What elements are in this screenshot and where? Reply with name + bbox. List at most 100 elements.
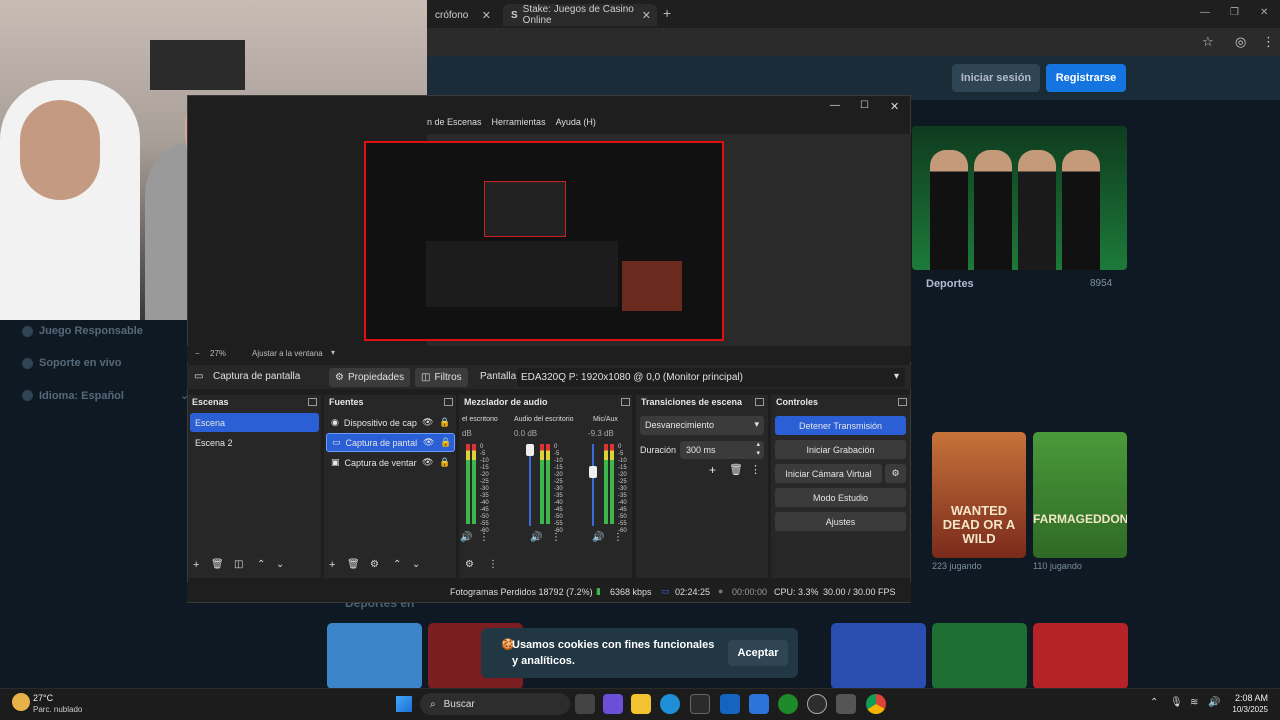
gear-icon[interactable]: ⚙ [885, 464, 906, 483]
display-select[interactable]: EDA320Q P: 1920x1080 @ 0,0 (Monitor prin… [517, 368, 905, 387]
sports-banner[interactable] [912, 126, 1127, 270]
file-explorer-icon[interactable] [631, 694, 651, 714]
edge-icon[interactable] [660, 694, 680, 714]
source-item[interactable]: ▣ Captura de ventar 👁 🔒 [326, 453, 455, 472]
virtual-camera-button[interactable]: Iniciar Cámara Virtual [775, 464, 882, 483]
obs-close-icon[interactable]: ✕ [890, 100, 899, 113]
lock-icon[interactable]: 🔒 [439, 457, 450, 468]
menu-scene-collection[interactable]: n de Escenas [427, 117, 482, 133]
start-recording-button[interactable]: Iniciar Grabación [775, 440, 906, 459]
windows-start-icon[interactable] [396, 696, 412, 712]
properties-button[interactable]: ⚙ Propiedades [329, 368, 411, 387]
outlook-icon[interactable] [720, 694, 740, 714]
sport-tile[interactable] [831, 623, 926, 689]
sport-tile[interactable] [1033, 623, 1128, 689]
obs-preview[interactable] [364, 141, 724, 341]
stepper-icon[interactable]: ▴ ▾ [756, 440, 760, 458]
profile-icon[interactable]: ◎ [1235, 34, 1246, 50]
add-source-icon[interactable]: + [329, 559, 335, 571]
wifi-icon[interactable]: ≋ [1190, 697, 1198, 708]
sport-tile[interactable] [327, 623, 422, 689]
zoom-mode[interactable]: Ajustar a la ventana [252, 349, 323, 358]
register-button[interactable]: Registrarse [1046, 64, 1126, 92]
accept-cookies-button[interactable]: Aceptar [728, 640, 788, 666]
weather-icon[interactable] [12, 693, 30, 711]
settings-button[interactable]: Ajustes [775, 512, 906, 531]
taskbar-search[interactable]: ⌕ Buscar [420, 693, 570, 715]
kebab-icon[interactable]: ⋮ [750, 463, 761, 476]
undock-icon[interactable] [755, 398, 764, 406]
source-item[interactable]: ◉ Dispositivo de cap 👁 🔒 [326, 413, 455, 432]
duration-input[interactable]: 300 ms ▴ ▾ [680, 441, 764, 459]
trash-icon[interactable]: 🗑 [211, 559, 224, 570]
gear-icon[interactable]: ⚙ [370, 559, 379, 570]
lock-icon[interactable]: 🔒 [440, 437, 451, 448]
kebab-icon[interactable]: ⋮ [488, 559, 498, 570]
eye-icon[interactable]: 👁 [423, 437, 434, 448]
lock-icon[interactable]: 🔒 [439, 417, 450, 428]
chevron-up-icon[interactable]: ⌃ [393, 559, 401, 570]
filter-icon[interactable]: ◫ [234, 559, 243, 570]
kebab-icon[interactable]: ⋮ [551, 532, 561, 543]
maximize-icon[interactable]: ❐ [1230, 7, 1239, 18]
volume-slider-track[interactable] [592, 444, 594, 526]
close-icon[interactable]: ✕ [642, 9, 651, 22]
mixer-settings-icon[interactable]: ⚙ [465, 559, 474, 570]
app-icon[interactable] [749, 694, 769, 714]
sports-label[interactable]: Deportes [926, 278, 974, 290]
close-icon[interactable]: ✕ [482, 9, 491, 22]
microphone-icon[interactable]: 🎙 [1170, 697, 1183, 708]
close-window-icon[interactable]: ✕ [1260, 7, 1268, 18]
speaker-icon[interactable]: 🔊 [530, 532, 542, 543]
chrome-icon[interactable] [866, 694, 886, 714]
new-tab-button[interactable]: + [663, 5, 671, 21]
store-icon[interactable] [690, 694, 710, 714]
undock-icon[interactable] [621, 398, 630, 406]
add-icon[interactable]: + [709, 463, 716, 477]
browser-tab-microphone[interactable]: crófono ✕ [427, 4, 497, 26]
sidebar-item-live-support[interactable]: Soporte en vivo [22, 357, 122, 369]
menu-help[interactable]: Ayuda (H) [556, 117, 596, 133]
volume-slider-handle[interactable] [526, 444, 534, 456]
browser-tab-stake[interactable]: S Stake: Juegos de Casino Online ✕ [503, 4, 657, 26]
chevron-down-icon[interactable]: ⌄ [276, 559, 284, 570]
minimize-icon[interactable]: — [1200, 7, 1210, 18]
filters-button[interactable]: ◫ Filtros [415, 368, 468, 387]
login-button[interactable]: Iniciar sesión [952, 64, 1040, 92]
menu-kebab-icon[interactable]: ⋮ [1262, 34, 1275, 50]
scene-item[interactable]: Escena [190, 413, 319, 432]
add-scene-icon[interactable]: + [193, 559, 199, 571]
sidebar-item-responsible-gaming[interactable]: Juego Responsable [22, 325, 143, 337]
undock-icon[interactable] [898, 398, 907, 406]
speaker-icon[interactable]: 🔊 [460, 532, 472, 543]
chevron-down-icon[interactable]: ⌄ [412, 559, 420, 570]
stop-stream-button[interactable]: Detener Transmisión [775, 416, 906, 435]
obs-minimize-icon[interactable]: — [830, 100, 840, 111]
undock-icon[interactable] [444, 398, 453, 406]
chevron-up-icon[interactable]: ⌃ [257, 559, 265, 570]
weather-temp[interactable]: 27°C [33, 693, 53, 703]
sport-tile[interactable] [932, 623, 1027, 689]
sidebar-item-language[interactable]: Idioma: Español ⌄ [22, 389, 189, 402]
game-card-farmageddon[interactable]: FARMAGEDDON [1033, 432, 1127, 558]
copilot-icon[interactable] [603, 694, 623, 714]
scene-item[interactable]: Escena 2 [190, 433, 319, 452]
obs-icon[interactable] [807, 694, 827, 714]
undock-icon[interactable] [308, 398, 317, 406]
task-view-icon[interactable] [575, 694, 595, 714]
eye-icon[interactable]: 👁 [422, 457, 433, 468]
source-item[interactable]: ▭ Captura de pantal 👁 🔒 [326, 433, 455, 452]
transition-select[interactable]: Desvanecimiento ▾ [640, 416, 764, 435]
settings-icon[interactable] [836, 694, 856, 714]
chevron-down-icon[interactable]: ▾ [331, 348, 335, 357]
star-icon[interactable]: ☆ [1202, 34, 1214, 50]
menu-tools[interactable]: Herramientas [492, 117, 546, 133]
weather-desc[interactable]: Parc. nublado [33, 705, 82, 714]
clock-time[interactable]: 2:08 AM [1228, 693, 1268, 703]
volume-slider-handle[interactable] [589, 466, 597, 478]
trash-icon[interactable]: 🗑 [729, 463, 743, 476]
trash-icon[interactable]: 🗑 [347, 559, 360, 570]
eye-icon[interactable]: 👁 [422, 417, 433, 428]
studio-mode-button[interactable]: Modo Estudio [775, 488, 906, 507]
game-card-wanted[interactable]: WANTED DEAD OR A WILD [932, 432, 1026, 558]
